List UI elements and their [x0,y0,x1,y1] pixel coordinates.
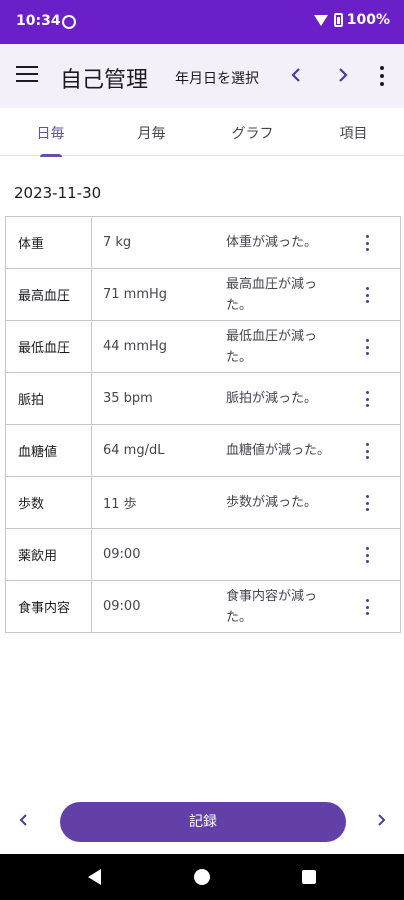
status-bar: 10:34 100% [0,0,404,44]
table-row: 薬飲用 09:00 [5,529,401,581]
row-note: 最高血圧が減った。 [226,276,318,313]
row-value: 71 mmHg [103,287,168,302]
tab-label: 月毎 [137,126,166,142]
row-name: 最低血圧 [6,321,92,372]
chevron-left-icon[interactable] [17,810,31,830]
tab-label: 日毎 [36,126,65,142]
row-value: 44 mmHg [103,339,168,354]
chevron-left-icon[interactable] [287,63,305,87]
notification-icon [62,15,76,29]
table-row: 食事内容 09:00 食事内容が減った。 [5,581,401,633]
menu-icon[interactable] [16,66,38,84]
row-value: 09:00 [103,599,141,614]
more-vert-icon[interactable] [363,339,371,355]
row-note: 脈拍が減った。 [226,391,318,406]
tab-indicator [40,154,62,157]
tab-label: グラフ [231,126,274,142]
row-name: 血糖値 [6,425,92,476]
row-value: 09:00 [103,547,141,562]
status-time: 10:34 [16,13,61,29]
home-icon[interactable] [194,869,210,885]
app-bar: 自己管理 年月日を選択 [0,44,404,108]
more-vert-icon[interactable] [363,495,371,511]
table-row: 最高血圧 71 mmHg 最高血圧が減った。 [5,269,401,321]
row-note [226,529,336,580]
tab-bar: 日毎 月毎 グラフ 項目 [0,108,404,157]
battery-level: 100% [346,12,390,28]
row-name: 最高血圧 [6,269,92,320]
row-name: 歩数 [6,477,92,528]
back-icon[interactable] [88,869,101,885]
row-name: 食事内容 [6,581,92,632]
more-vert-icon[interactable] [363,235,371,251]
more-vert-icon[interactable] [363,599,371,615]
tab-graph[interactable]: グラフ [202,108,303,156]
more-vert-icon[interactable] [363,443,371,459]
row-note: 歩数が減った。 [226,495,318,510]
table-row: 脈拍 35 bpm 脈拍が減った。 [5,373,401,425]
table-row: 最低血圧 44 mmHg 最低血圧が減った。 [5,321,401,373]
row-name: 薬飲用 [6,529,92,580]
chevron-right-icon[interactable] [334,63,352,87]
table-row: 歩数 11 歩 歩数が減った。 [5,477,401,529]
tab-items[interactable]: 項目 [303,108,404,156]
date-select-button[interactable]: 年月日を選択 [175,68,259,88]
status-indicators: 100% [313,12,390,28]
tab-daily[interactable]: 日毎 [0,108,101,157]
date-label: 2023-11-30 [14,184,102,202]
system-nav-bar [0,854,404,900]
row-note: 血糖値が減った。 [226,443,331,458]
wifi-icon [313,14,328,26]
recents-icon[interactable] [302,870,316,884]
more-vert-icon[interactable] [363,287,371,303]
row-note: 最低血圧が減った。 [226,328,318,365]
row-name: 体重 [6,217,92,268]
chevron-right-icon[interactable] [374,810,388,830]
row-note: 食事内容が減った。 [226,588,318,625]
page-title: 自己管理 [60,68,149,93]
row-value: 35 bpm [103,391,153,406]
tab-monthly[interactable]: 月毎 [101,108,202,156]
tab-label: 項目 [339,126,368,142]
record-button[interactable]: 記録 [60,802,346,842]
more-vert-icon[interactable] [376,66,388,86]
battery-icon [333,13,343,27]
more-vert-icon[interactable] [363,391,371,407]
records-table: 体重 7 kg 体重が減った。 最高血圧 71 mmHg 最高血圧が減った。 最… [5,216,401,633]
table-row: 血糖値 64 mg/dL 血糖値が減った。 [5,425,401,477]
row-value: 11 歩 [103,497,137,512]
more-vert-icon[interactable] [363,547,371,563]
row-value: 64 mg/dL [103,443,165,458]
table-row: 体重 7 kg 体重が減った。 [5,217,401,269]
row-value: 7 kg [103,235,132,250]
row-name: 脈拍 [6,373,92,424]
row-note: 体重が減った。 [226,235,318,250]
